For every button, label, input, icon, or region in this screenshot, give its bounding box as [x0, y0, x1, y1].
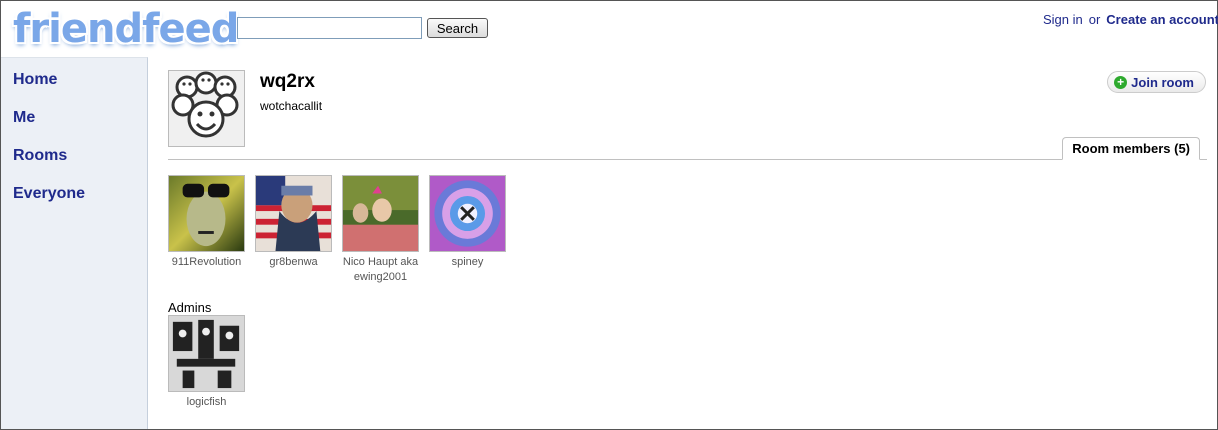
logo-text: friendfeed: [13, 6, 239, 52]
member-avatar[interactable]: [429, 175, 506, 252]
member-avatar[interactable]: [342, 175, 419, 252]
admins-list: logicfish: [168, 315, 255, 410]
member-item[interactable]: Nico Haupt aka ewing2001: [342, 175, 429, 285]
sidebar: Home Me Rooms Everyone: [1, 57, 148, 429]
member-avatar[interactable]: [168, 175, 245, 252]
admin-name[interactable]: logicfish: [168, 395, 245, 410]
members-list: 911Revolution gr8benwa Nico Haupt aka ew…: [168, 175, 516, 285]
room-picture: [168, 70, 245, 147]
header: friendfeed Search Sign in or Create an acc…: [1, 1, 1218, 57]
admin-avatar[interactable]: [168, 315, 245, 392]
member-item[interactable]: spiney: [429, 175, 516, 285]
member-name[interactable]: gr8benwa: [255, 255, 332, 270]
search-button[interactable]: Search: [427, 18, 488, 38]
member-name[interactable]: Nico Haupt aka ewing2001: [342, 255, 419, 285]
admin-item[interactable]: logicfish: [168, 315, 255, 410]
member-item[interactable]: gr8benwa: [255, 175, 342, 285]
sidebar-item-everyone[interactable]: Everyone: [1, 173, 147, 211]
join-room-button[interactable]: + Join room: [1107, 71, 1206, 93]
room-description: wotchacallit: [260, 99, 323, 113]
member-avatar[interactable]: [255, 175, 332, 252]
admins-heading: Admins: [168, 300, 212, 315]
friendfeed-logo[interactable]: friendfeed: [11, 6, 239, 54]
tab-room-members[interactable]: Room members (5): [1062, 137, 1200, 160]
search-input[interactable]: [237, 17, 422, 39]
sign-in-link[interactable]: Sign in: [1043, 12, 1083, 27]
or-text: or: [1088, 12, 1101, 27]
sidebar-item-home[interactable]: Home: [1, 59, 147, 97]
plus-icon: +: [1114, 75, 1128, 89]
join-room-label: Join room: [1131, 74, 1194, 90]
member-item[interactable]: 911Revolution: [168, 175, 255, 285]
sidebar-item-me[interactable]: Me: [1, 97, 147, 135]
room-name: wq2rx: [260, 71, 315, 92]
tab-divider: [168, 159, 1207, 160]
sidebar-item-rooms[interactable]: Rooms: [1, 135, 147, 173]
member-name[interactable]: 911Revolution: [168, 255, 245, 270]
account-links: Sign in or Create an account: [1043, 12, 1218, 27]
create-account-link[interactable]: Create an account: [1106, 12, 1218, 27]
member-name[interactable]: spiney: [429, 255, 506, 270]
